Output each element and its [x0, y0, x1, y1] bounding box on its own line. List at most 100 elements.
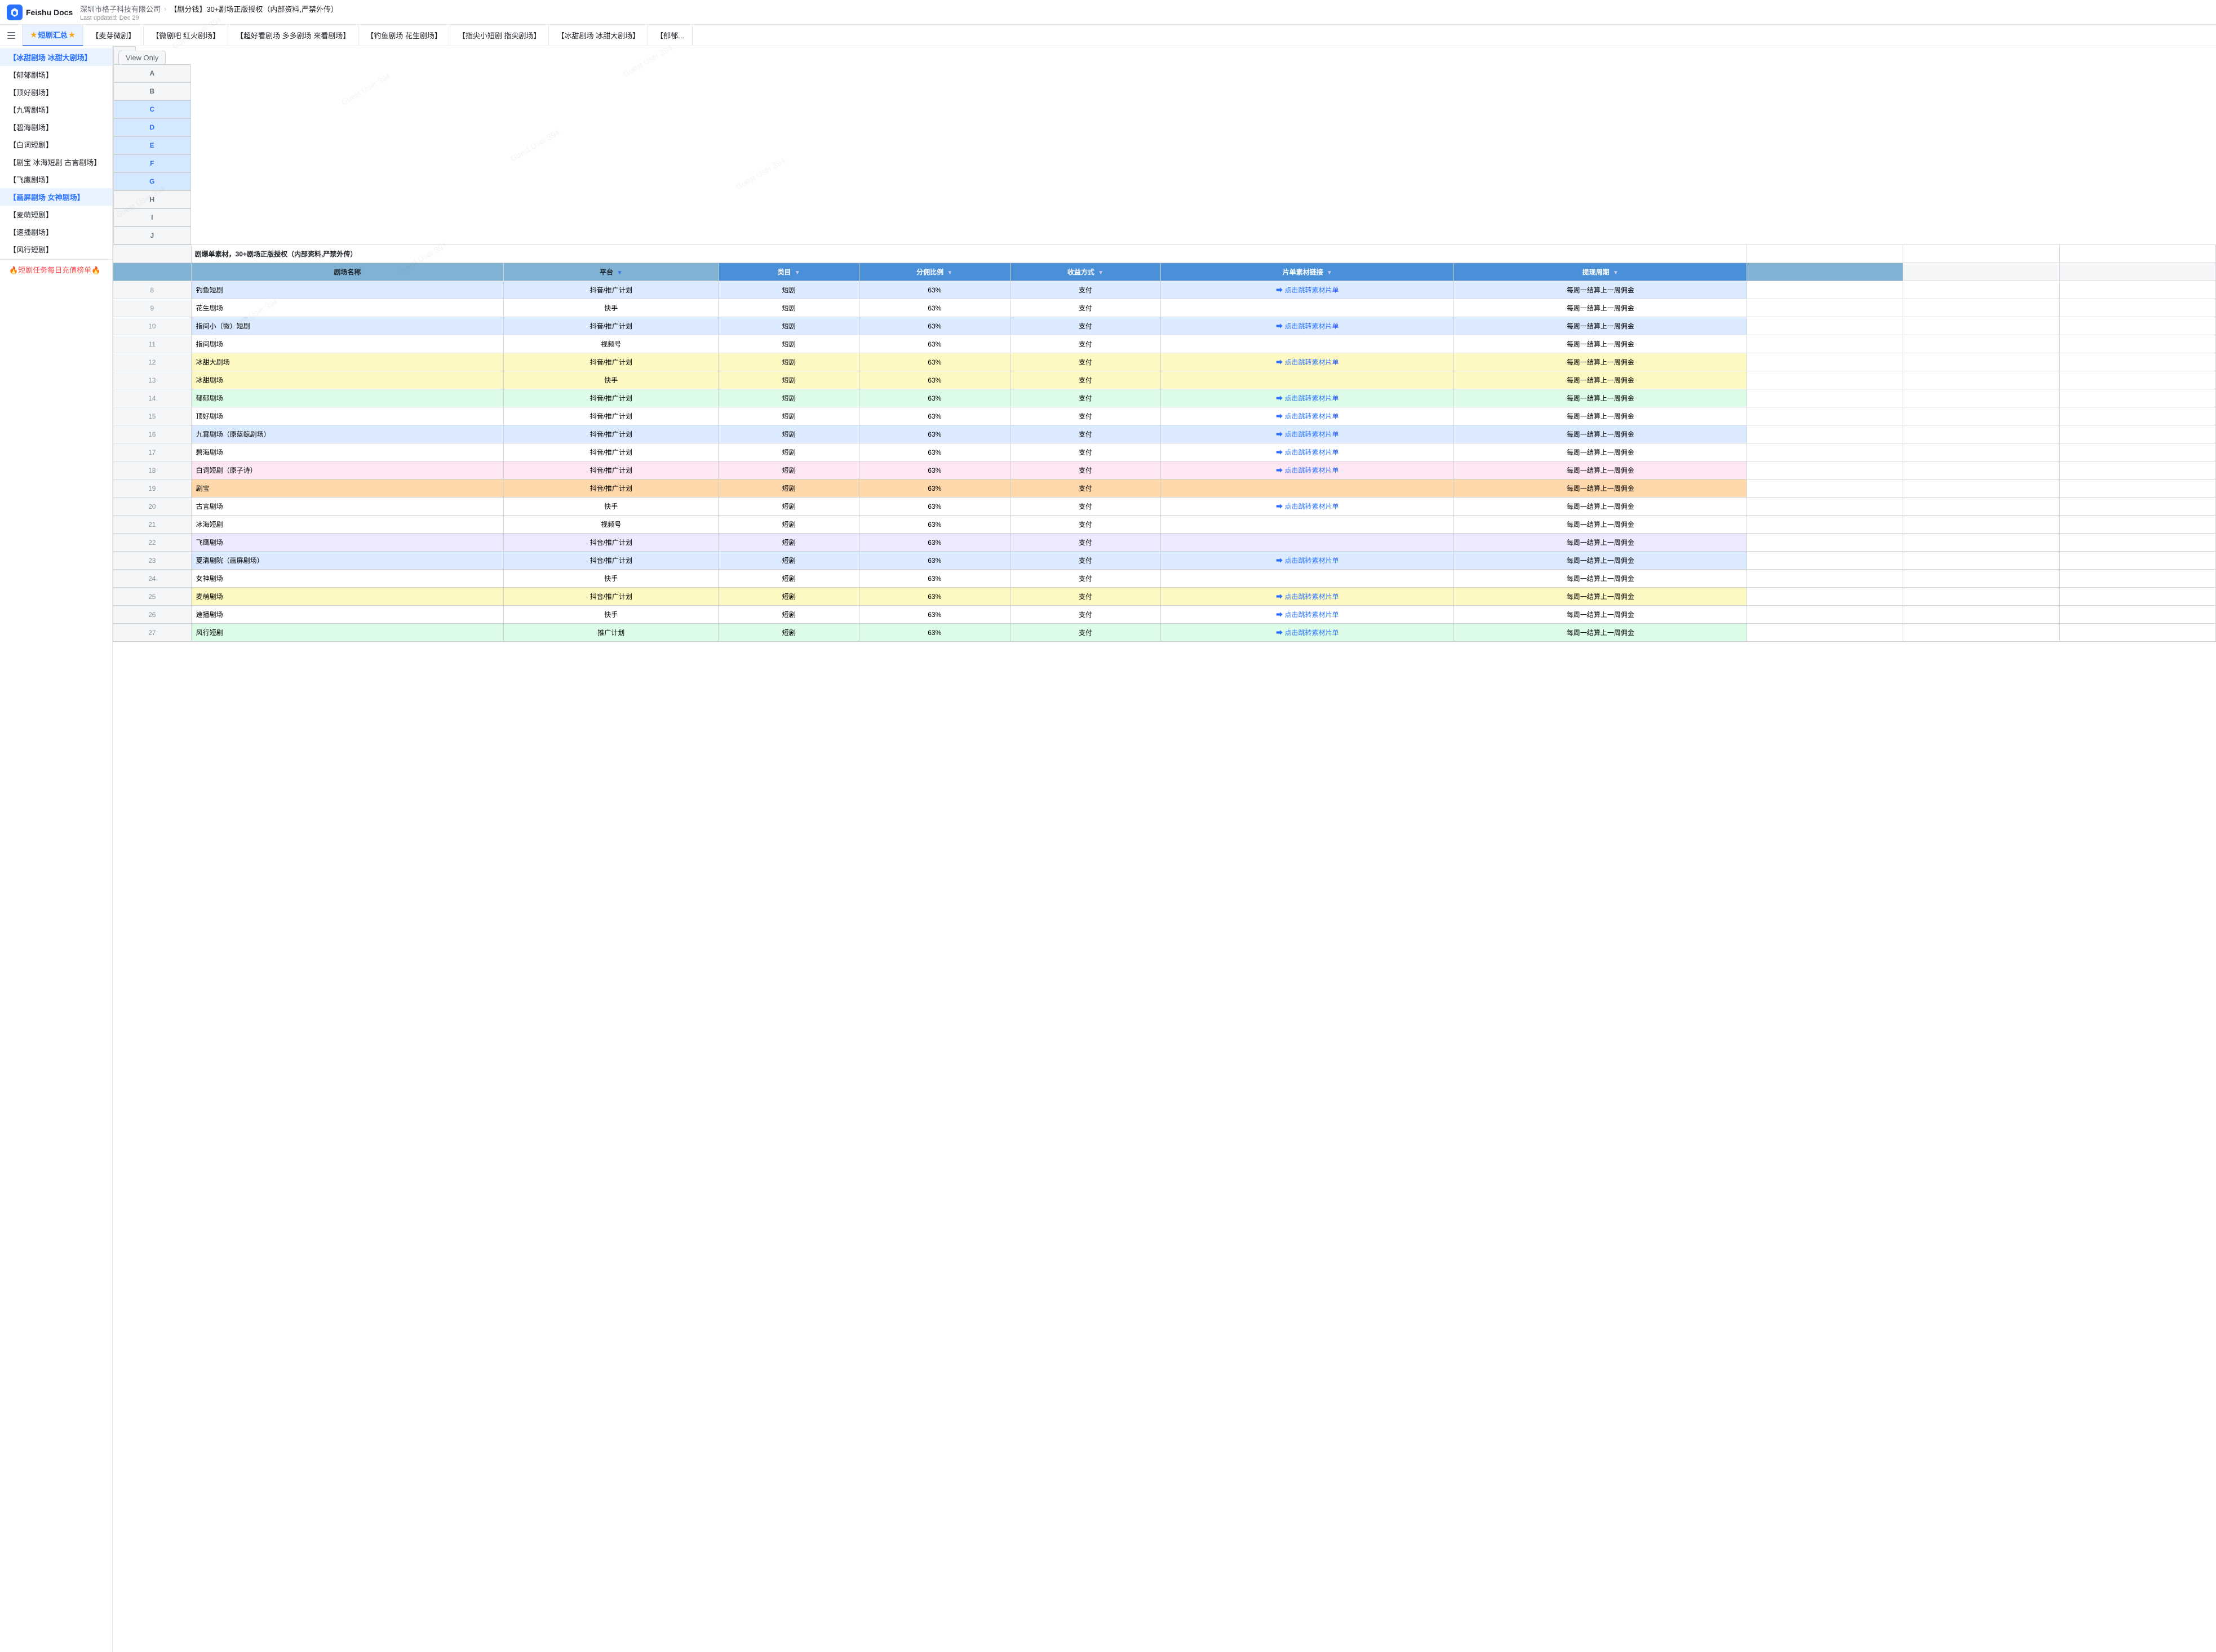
- cell-H: [1747, 534, 1903, 552]
- cell-material: [1161, 479, 1454, 498]
- title-empty-I: [1903, 245, 2059, 263]
- tab-diaoyu[interactable]: 【钓鱼剧场 花生剧场】: [358, 25, 450, 46]
- sidebar-item-feiying[interactable]: 【飞鹰剧场】: [0, 171, 112, 188]
- col-header-B[interactable]: B: [113, 82, 192, 100]
- material-link[interactable]: ➡ 点击跳转素材片单: [1276, 629, 1339, 637]
- tab-label-chaohao: 【超好看剧场 多多剧场 来看剧场】: [236, 30, 350, 41]
- material-link[interactable]: ➡ 点击跳转素材片单: [1276, 322, 1339, 330]
- sidebar-item-fire[interactable]: 🔥短剧任务每日充值榜单🔥: [0, 261, 112, 278]
- tab-yuyu[interactable]: 【郁郁...: [648, 25, 693, 46]
- cell-J: [2059, 443, 2215, 461]
- sidebar-item-bihai[interactable]: 【碧海剧场】: [0, 118, 112, 136]
- cell-platform: 抖音/推广计划: [504, 552, 719, 570]
- row-num-cell: 9: [113, 299, 192, 317]
- layers-button[interactable]: [0, 25, 23, 46]
- table-row: 26 速播剧场 快手 短剧 63% 支付 ➡ 点击跳转素材片单 每周一结算上一周…: [113, 606, 2216, 624]
- sidebar-item-suchuan[interactable]: 【速播剧场】: [0, 223, 112, 241]
- tab-short-drama-summary[interactable]: ★ 短剧汇总 ★: [23, 25, 83, 46]
- filter-icon-material[interactable]: ▼: [1327, 270, 1332, 276]
- cell-material: ➡ 点击跳转素材片单: [1161, 552, 1454, 570]
- material-link[interactable]: ➡ 点击跳转素材片单: [1276, 448, 1339, 456]
- row-num-cell: 20: [113, 498, 192, 516]
- col-header-E[interactable]: E: [113, 136, 192, 154]
- sidebar-item-mameng[interactable]: 【麦萌短剧】: [0, 206, 112, 223]
- col-header-D[interactable]: D: [113, 118, 192, 136]
- col-header-A[interactable]: A: [113, 64, 192, 82]
- sidebar-item-jubao[interactable]: 【剧宝 冰海短剧 古言剧场】: [0, 153, 112, 171]
- cell-name: 夏清剧院（画屏剧场）: [191, 552, 504, 570]
- cell-ratio: 63%: [859, 479, 1010, 498]
- company-name: 深圳市格子科技有限公司: [80, 3, 161, 14]
- tab-maiya[interactable]: 【麦芽微剧】: [83, 25, 144, 46]
- table-row: 9 花生剧场 快手 短剧 63% 支付 每周一结算上一周佣金: [113, 299, 2216, 317]
- table-row: 18 白词短剧（原子诗） 抖音/推广计划 短剧 63% 支付 ➡ 点击跳转素材片…: [113, 461, 2216, 479]
- cell-H: [1747, 407, 1903, 425]
- cell-cycle: 每周一结算上一周佣金: [1454, 534, 1747, 552]
- cell-cycle: 每周一结算上一周佣金: [1454, 443, 1747, 461]
- logo[interactable]: Feishu Docs: [7, 5, 80, 20]
- cell-cycle: 每周一结算上一周佣金: [1454, 281, 1747, 299]
- cell-H: [1747, 425, 1903, 443]
- material-link[interactable]: ➡ 点击跳转素材片单: [1276, 467, 1339, 474]
- material-link[interactable]: ➡ 点击跳转素材片单: [1276, 286, 1339, 294]
- material-link[interactable]: ➡ 点击跳转素材片单: [1276, 394, 1339, 402]
- col-header-I[interactable]: I: [113, 208, 192, 227]
- cell-revenue: 支付: [1010, 281, 1161, 299]
- filter-icon-platform[interactable]: ▼: [617, 270, 622, 276]
- cell-material: ➡ 点击跳转素材片单: [1161, 443, 1454, 461]
- filter-icon-ratio[interactable]: ▼: [947, 270, 953, 276]
- tab-zhijian[interactable]: 【指尖小短剧 指尖剧场】: [450, 25, 549, 46]
- filter-icon-revenue[interactable]: ▼: [1098, 270, 1103, 276]
- material-link[interactable]: ➡ 点击跳转素材片单: [1276, 358, 1339, 366]
- cell-name: 顶好剧场: [191, 407, 504, 425]
- header-I: [1903, 263, 2059, 281]
- tab-chaohao[interactable]: 【超好看剧场 多多剧场 来看剧场】: [228, 25, 358, 46]
- cell-ratio: 63%: [859, 425, 1010, 443]
- col-header-J[interactable]: J: [113, 227, 192, 245]
- sidebar-item-jiuxiao[interactable]: 【九霄剧场】: [0, 101, 112, 118]
- cell-J: [2059, 606, 2215, 624]
- filter-icon-cycle[interactable]: ▼: [1613, 270, 1619, 276]
- sidebar-item-huaping[interactable]: 【画屏剧场 女神剧场】: [0, 188, 112, 206]
- material-link[interactable]: ➡ 点击跳转素材片单: [1276, 593, 1339, 601]
- col-header-H[interactable]: H: [113, 190, 192, 208]
- sidebar-item-fenxing[interactable]: 【风行短剧】: [0, 241, 112, 258]
- cell-J: [2059, 461, 2215, 479]
- cell-revenue: 支付: [1010, 425, 1161, 443]
- material-link[interactable]: ➡ 点击跳转素材片单: [1276, 430, 1339, 438]
- col-header-C[interactable]: C: [113, 100, 192, 118]
- row-num-cell: 13: [113, 371, 192, 389]
- material-link[interactable]: ➡ 点击跳转素材片单: [1276, 557, 1339, 565]
- table-row: 27 风行短剧 推广计划 短剧 63% 支付 ➡ 点击跳转素材片单 每周一结算上…: [113, 624, 2216, 642]
- row-num-cell: 22: [113, 534, 192, 552]
- sidebar-divider: [0, 259, 112, 260]
- material-link[interactable]: ➡ 点击跳转素材片单: [1276, 503, 1339, 510]
- sidebar-item-baici[interactable]: 【白词短剧】: [0, 136, 112, 153]
- cell-J: [2059, 588, 2215, 606]
- cell-platform: 抖音/推广计划: [504, 425, 719, 443]
- sidebar-item-bingtian[interactable]: 【冰甜剧场 冰甜大剧场】: [0, 48, 112, 66]
- cell-material: [1161, 371, 1454, 389]
- cell-revenue: 支付: [1010, 552, 1161, 570]
- cell-ratio: 63%: [859, 407, 1010, 425]
- cell-ratio: 63%: [859, 498, 1010, 516]
- col-header-G[interactable]: G: [113, 172, 192, 190]
- table-row: 12 冰甜大剧场 抖音/推广计划 短剧 63% 支付 ➡ 点击跳转素材片单 每周…: [113, 353, 2216, 371]
- material-link[interactable]: ➡ 点击跳转素材片单: [1276, 412, 1339, 420]
- cell-name: 钓鱼短剧: [191, 281, 504, 299]
- sheet-area[interactable]: View Only Guest User 394 Guest User 394 …: [113, 46, 2216, 1652]
- tab-weijiuba[interactable]: 【微剧吧 红火剧场】: [144, 25, 228, 46]
- table-row: 15 顶好剧场 抖音/推广计划 短剧 63% 支付 ➡ 点击跳转素材片单 每周一…: [113, 407, 2216, 425]
- material-link[interactable]: ➡ 点击跳转素材片单: [1276, 611, 1339, 619]
- cell-platform: 快手: [504, 570, 719, 588]
- cell-ratio: 63%: [859, 353, 1010, 371]
- filter-icon-category[interactable]: ▼: [795, 270, 800, 276]
- cell-material: [1161, 335, 1454, 353]
- col-header-F[interactable]: F: [113, 154, 192, 172]
- sidebar-item-yuyu[interactable]: 【郁郁剧场】: [0, 66, 112, 83]
- cell-category: 短剧: [719, 498, 859, 516]
- tab-bingtian[interactable]: 【冰甜剧场 冰甜大剧场】: [549, 25, 648, 46]
- tab-label-weijiuba: 【微剧吧 红火剧场】: [152, 30, 220, 41]
- sidebar-item-dinghao[interactable]: 【顶好剧场】: [0, 83, 112, 101]
- cell-name: 冰甜大剧场: [191, 353, 504, 371]
